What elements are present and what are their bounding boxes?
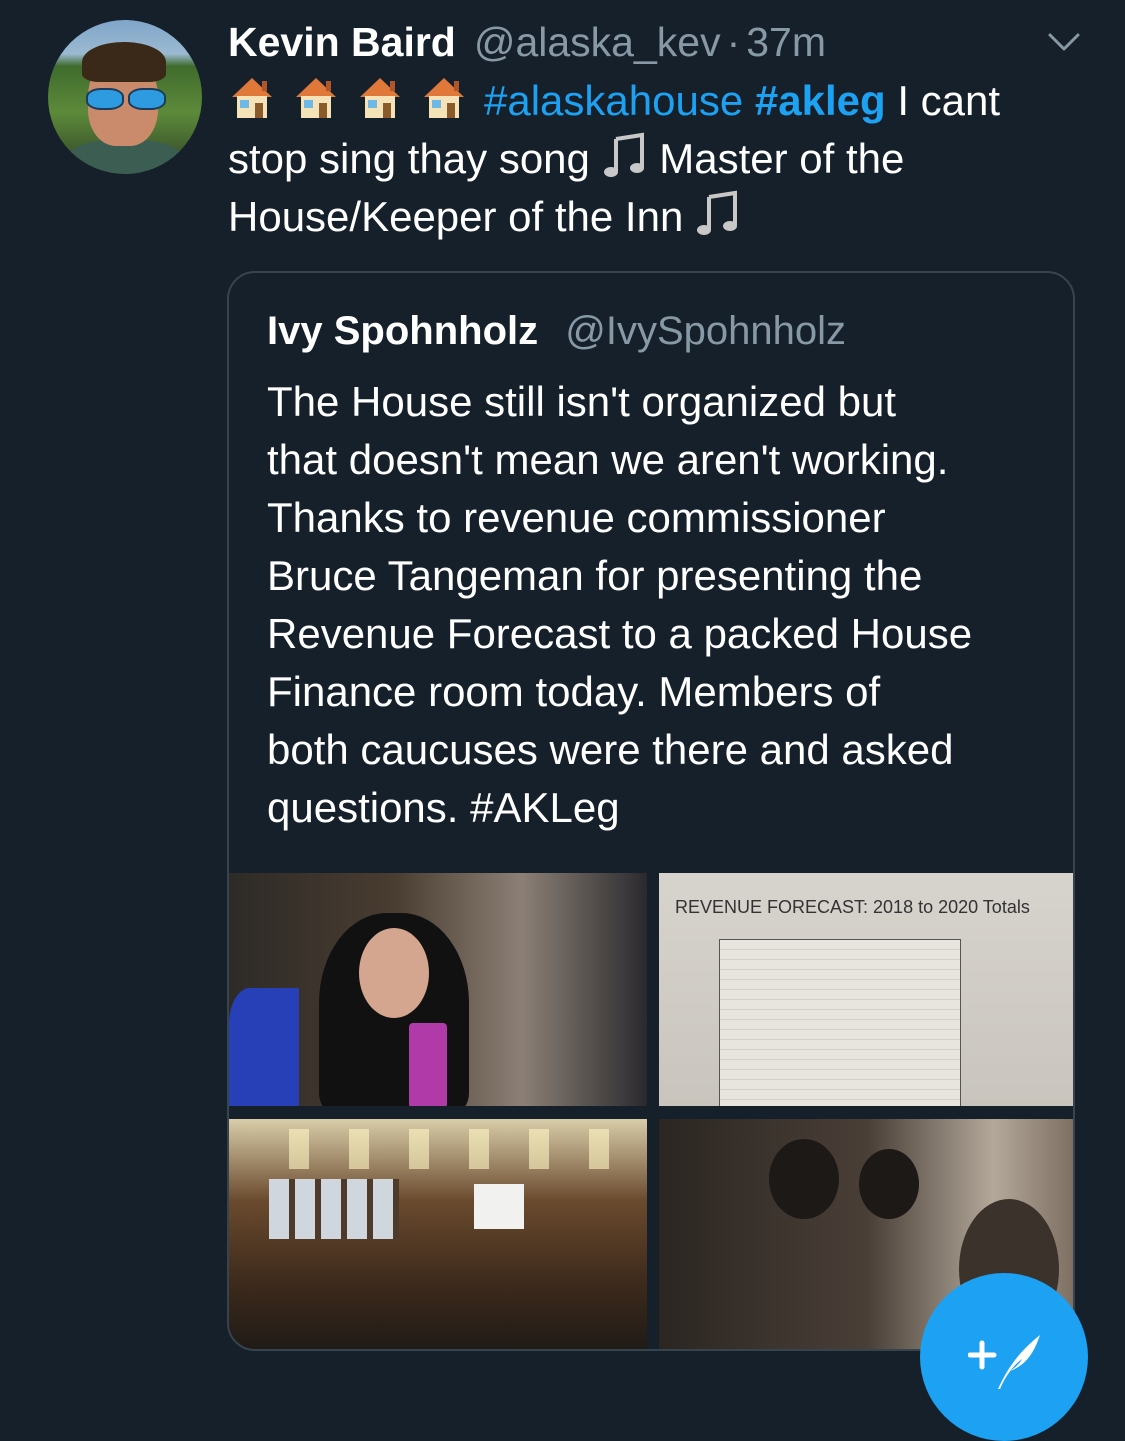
revenue-forecast-table-image: [719, 939, 961, 1106]
author-handle[interactable]: @alaska_kev: [474, 14, 721, 70]
tweet-text: #alaskahouse #akleg I cant stop sing tha…: [228, 72, 1088, 246]
compose-tweet-button[interactable]: [920, 1273, 1088, 1441]
avatar-hair: [82, 42, 166, 82]
separator-dot: ·: [726, 19, 741, 65]
hashtag-alaskahouse[interactable]: #alaskahouse: [484, 77, 743, 124]
hashtag-akleg[interactable]: #akleg: [755, 77, 886, 124]
tweet-text-segment: stop sing thay song: [228, 135, 590, 182]
hashtag-akleg-quoted[interactable]: #AKLeg: [470, 784, 619, 831]
tweet-text-segment: I cant: [897, 77, 1001, 124]
musical-notes-emoji: [697, 190, 737, 235]
quoted-text-line: The House still isn't organized but: [267, 378, 897, 425]
revenue-forecast-title: REVENUE FORECAST: 2018 to 2020 Totals: [675, 897, 1030, 917]
author-name[interactable]: Kevin Baird: [228, 14, 456, 70]
quoted-text-line: both caucuses were there and asked: [267, 726, 954, 773]
quoted-text-line: Thanks to revenue commissioner: [267, 494, 886, 541]
quoted-author-handle: @IvySpohnholz: [565, 309, 847, 353]
quoted-text-line: Revenue Forecast to a packed House: [267, 610, 973, 657]
house-emoji: [232, 78, 272, 118]
house-emoji: [360, 78, 400, 118]
avatar-sunglasses: [86, 88, 166, 110]
chevron-down-icon[interactable]: [1046, 30, 1082, 54]
musical-notes-emoji: [603, 132, 644, 177]
tweet-header: Kevin Baird @alaska_kev · 37m: [228, 14, 826, 70]
tweet-text-segment: Master of the: [659, 135, 905, 182]
quoted-text-line: Finance room today. Members of: [267, 668, 881, 715]
quoted-tweet-text: The House still isn't organized but that…: [267, 373, 1057, 837]
quoted-text-line: questions.: [267, 784, 459, 831]
quoted-author-name: Ivy Spohnholz: [267, 309, 539, 353]
tweet-timestamp[interactable]: 37m: [746, 14, 826, 70]
photo-committee-room[interactable]: [229, 1119, 647, 1349]
quoted-text-line: that doesn't mean we aren't working.: [267, 436, 949, 483]
quoted-tweet[interactable]: Ivy Spohnholz @IvySpohnholz The House st…: [227, 271, 1075, 1351]
house-emoji: [424, 78, 464, 118]
media-grid: REVENUE FORECAST: 2018 to 2020 Totals: [229, 873, 1073, 1349]
avatar[interactable]: [48, 20, 202, 174]
house-emoji: [296, 78, 336, 118]
quoted-tweet-header: Ivy Spohnholz @IvySpohnholz: [267, 303, 846, 359]
tweet-text-segment: House/Keeper of the Inn: [228, 193, 684, 240]
photo-revenue-forecast-table[interactable]: REVENUE FORECAST: 2018 to 2020 Totals: [659, 873, 1073, 1106]
photo-legislator-at-desk[interactable]: [229, 873, 647, 1106]
compose-tweet-icon: [968, 1335, 1040, 1389]
quoted-text-line: Bruce Tangeman for presenting the: [267, 552, 923, 599]
